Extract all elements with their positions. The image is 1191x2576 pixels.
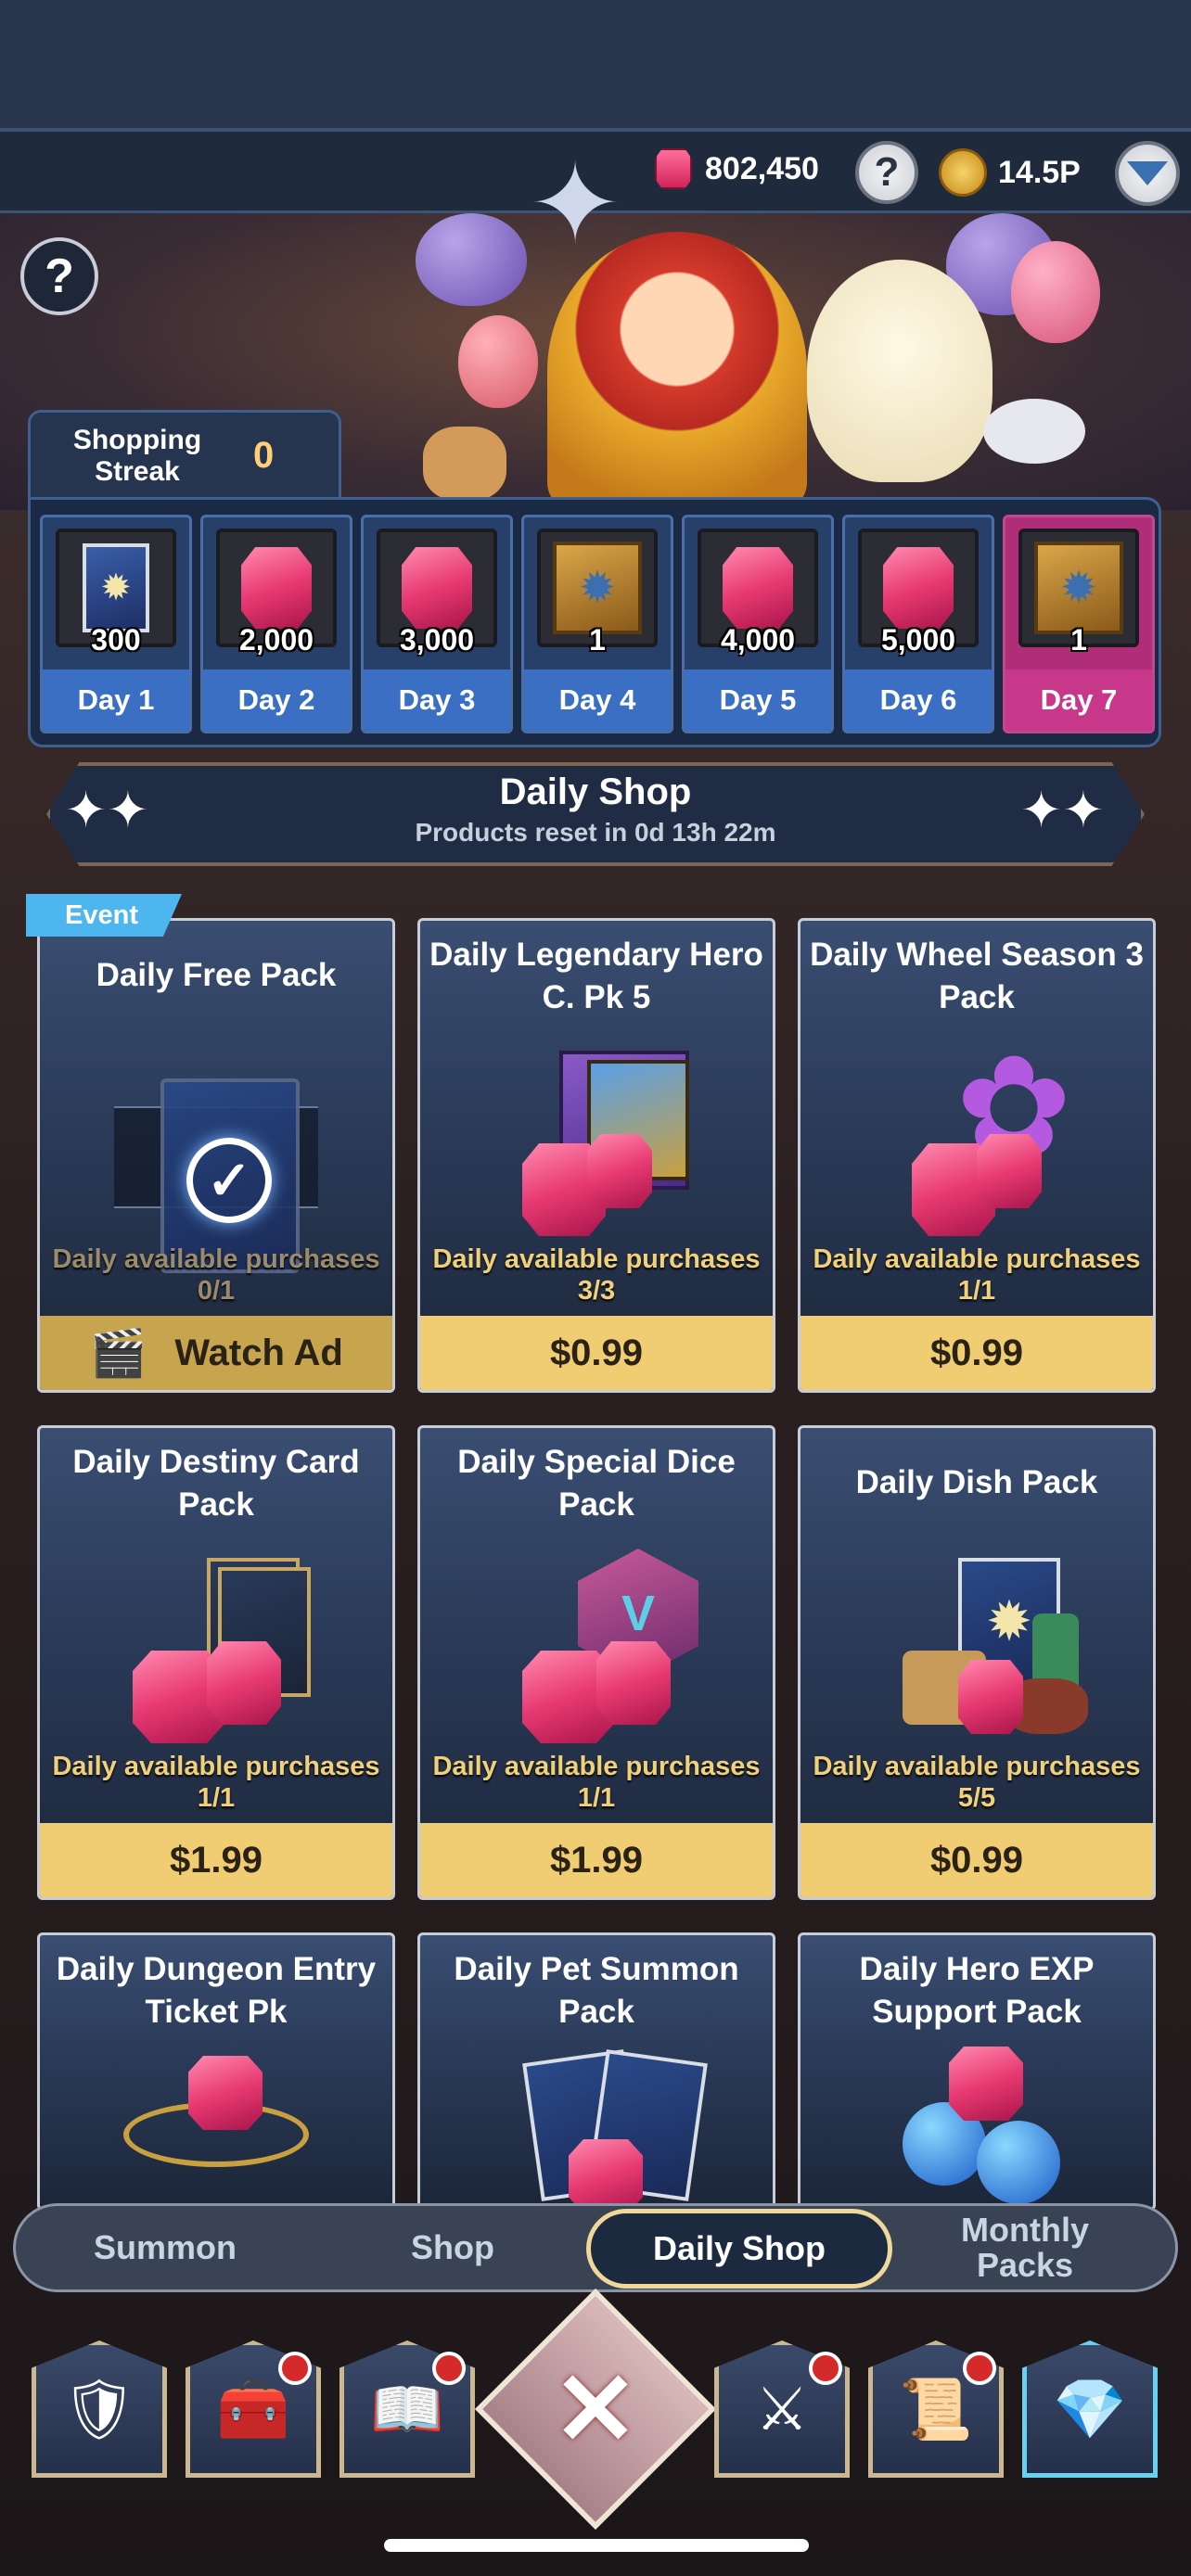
- shop-chest-icon: 💎: [1053, 2375, 1127, 2442]
- streak-day-7[interactable]: ✹ 1 Day 7: [1003, 515, 1155, 733]
- hero-character: [547, 232, 807, 510]
- product-card-destiny-card[interactable]: Daily Destiny Card Pack Daily available …: [37, 1425, 395, 1900]
- streak-day-3[interactable]: 3,000 Day 3: [361, 515, 513, 733]
- hero-icon: 🛡: [61, 2375, 137, 2442]
- shopping-streak-count: 0: [253, 435, 275, 476]
- gold-coin-icon: [939, 148, 987, 197]
- check-icon: ✓: [186, 1138, 272, 1223]
- clover-icon: ✿: [875, 1037, 1079, 1236]
- watch-ad-button[interactable]: 🎬 Watch Ad: [40, 1316, 392, 1390]
- shopping-streak-tab: Shopping Streak 0: [28, 410, 341, 499]
- buy-button[interactable]: $1.99: [40, 1823, 392, 1897]
- clapperboard-icon: 🎬: [89, 1326, 147, 1379]
- streak-day-2[interactable]: 2,000 Day 2: [200, 515, 352, 733]
- buy-button[interactable]: $1.99: [420, 1823, 773, 1897]
- close-icon: ✕: [552, 2353, 639, 2467]
- status-area: [0, 0, 1191, 130]
- guild-icon: 🧰: [216, 2375, 290, 2442]
- hero-button[interactable]: 🛡: [32, 2340, 167, 2478]
- balloon: [458, 315, 538, 408]
- product-card-dish[interactable]: Daily Dish Pack ✹ Daily available purcha…: [798, 1425, 1156, 1900]
- notification-dot: [278, 2352, 312, 2385]
- mail-icon: 📜: [899, 2375, 973, 2442]
- help-button[interactable]: ?: [855, 141, 918, 204]
- dungeon-ticket-icon: [114, 2047, 318, 2208]
- product-card-daily-free-pack[interactable]: Daily Free Pack ✓ Daily available purcha…: [37, 918, 395, 1393]
- cat-character: [423, 427, 506, 501]
- card-pack-icon: ✓: [114, 1041, 318, 1273]
- buy-button[interactable]: $0.99: [800, 1316, 1153, 1390]
- product-card-legendary-hero[interactable]: Daily Legendary Hero C. Pk 5 Daily avail…: [417, 918, 775, 1393]
- notification-dot: [809, 2352, 842, 2385]
- product-card-wheel-season[interactable]: Daily Wheel Season 3 Pack ✿ Daily availa…: [798, 918, 1156, 1393]
- streak-day-5[interactable]: 4,000 Day 5: [682, 515, 834, 733]
- shop-button[interactable]: 💎: [1022, 2340, 1158, 2478]
- dice-icon: V: [494, 1549, 698, 1743]
- daily-shop-title: Daily Shop: [499, 772, 692, 812]
- home-indicator: [384, 2539, 809, 2552]
- gem-counter: 802,450: [655, 148, 819, 189]
- tab-daily-shop[interactable]: Daily Shop: [586, 2209, 892, 2289]
- tab-monthly-packs[interactable]: Monthly Packs: [918, 2203, 1132, 2292]
- product-card-special-dice[interactable]: Daily Special Dice Pack V Daily availabl…: [417, 1425, 775, 1900]
- notification-dot: [963, 2352, 996, 2385]
- exp-orb-icon: [875, 2047, 1079, 2208]
- product-card-pet-summon[interactable]: Daily Pet Summon Pack: [417, 1932, 775, 2211]
- product-card-hero-exp[interactable]: Daily Hero EXP Support Pack: [798, 1932, 1156, 2211]
- buy-button[interactable]: $0.99: [420, 1316, 773, 1390]
- streak-day-1[interactable]: ✹ 300 Day 1: [40, 515, 192, 733]
- gold-counter: 14.5P: [939, 148, 1081, 197]
- tab-shop[interactable]: Shop: [325, 2203, 581, 2292]
- pet-summon-card-icon: [494, 2047, 708, 2208]
- balloon: [1011, 241, 1100, 343]
- bird-character: [983, 399, 1085, 464]
- dish-icon: ✹: [875, 1549, 1088, 1743]
- streak-day-4[interactable]: ✹ 1 Day 4: [521, 515, 673, 733]
- tab-summon[interactable]: Summon: [37, 2203, 293, 2292]
- product-card-dungeon-ticket[interactable]: Daily Dungeon Entry Ticket Pk: [37, 1932, 395, 2211]
- streak-rewards-panel: ✹ 300 Day 1 2,000 Day 2 3,000 Day 3 ✹ 1 …: [28, 497, 1161, 747]
- quest-book-icon: 📖: [370, 2375, 444, 2442]
- compass-star-icon: ✦: [528, 142, 622, 266]
- balloon: [416, 213, 527, 306]
- dropdown-icon: [1127, 161, 1168, 185]
- streak-day-6[interactable]: 5,000 Day 6: [842, 515, 994, 733]
- dropdown-button[interactable]: [1115, 141, 1180, 206]
- mascot-character: [807, 260, 992, 482]
- event-tag: Event: [26, 894, 182, 937]
- buy-button[interactable]: $0.99: [800, 1823, 1153, 1897]
- reset-timer: Products reset in 0d 13h 22m: [415, 818, 776, 847]
- gem-icon: [655, 148, 692, 189]
- battle-icon: ⚔: [755, 2375, 809, 2442]
- help-button[interactable]: ?: [20, 237, 98, 315]
- legendary-card-pack-icon: [494, 1041, 698, 1236]
- notification-dot: [432, 2352, 466, 2385]
- destiny-card-icon: [114, 1549, 318, 1743]
- shopping-streak-label: Shopping Streak: [72, 424, 202, 487]
